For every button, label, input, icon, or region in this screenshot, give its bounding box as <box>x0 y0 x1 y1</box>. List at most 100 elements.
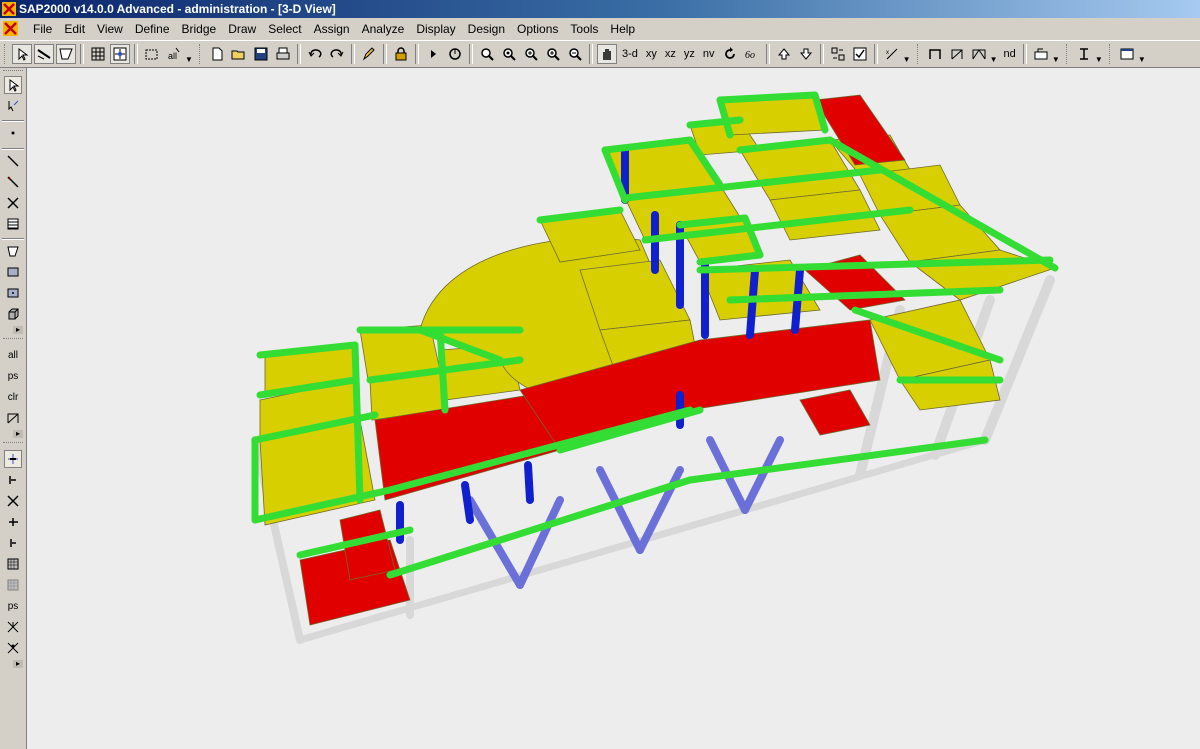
snap-to-perpendicular-icon[interactable] <box>4 513 22 531</box>
rubber-band-icon[interactable] <box>142 44 162 64</box>
rotate-3d-icon[interactable] <box>445 44 465 64</box>
view-canvas-3d[interactable] <box>27 68 1200 749</box>
menu-bridge[interactable]: Bridge <box>176 18 223 40</box>
sap2000-app-icon[interactable] <box>2 2 16 16</box>
menu-display[interactable]: Display <box>410 18 461 40</box>
toolbar-grip[interactable] <box>4 44 8 64</box>
select-all-icon[interactable]: all <box>164 44 184 64</box>
reshaper-icon[interactable] <box>4 97 22 115</box>
pointer-icon[interactable] <box>4 76 22 94</box>
draw-solid-icon[interactable] <box>4 305 22 323</box>
print-icon[interactable] <box>273 44 293 64</box>
draw-rect-area-icon[interactable] <box>4 263 22 281</box>
view-3d-button[interactable]: 3-d <box>619 44 641 64</box>
quick-draw-braces-icon[interactable] <box>4 194 22 212</box>
document-icon[interactable] <box>3 21 18 36</box>
chevron-down-icon[interactable]: ▼ <box>1095 44 1103 64</box>
shrink-elements-icon[interactable]: x <box>882 44 902 64</box>
section-icon[interactable] <box>1074 44 1094 64</box>
lock-icon[interactable] <box>391 44 411 64</box>
chevron-down-icon[interactable]: ▼ <box>903 44 911 64</box>
assign-joint-icon[interactable] <box>1031 44 1051 64</box>
rotate-view-icon[interactable] <box>720 44 740 64</box>
zoom-out-icon[interactable] <box>565 44 585 64</box>
draw-poly-area-icon[interactable] <box>4 242 22 260</box>
menu-options[interactable]: Options <box>511 18 564 40</box>
menu-analyze[interactable]: Analyze <box>356 18 411 40</box>
chevron-down-icon[interactable]: ▼ <box>185 44 193 64</box>
restore-view-icon[interactable] <box>499 44 519 64</box>
move-down-icon[interactable] <box>796 44 816 64</box>
draw-frame-special-icon[interactable] <box>925 44 945 64</box>
quick-draw-secondary-beams-icon[interactable] <box>4 215 22 233</box>
move-up-icon[interactable] <box>774 44 794 64</box>
view-yz-button[interactable]: yz <box>681 44 698 64</box>
perspective-icon[interactable]: 6o <box>742 44 762 64</box>
snap-grid-icon[interactable] <box>4 576 22 594</box>
draw-area-icon[interactable] <box>56 44 76 64</box>
window-options-icon[interactable] <box>1117 44 1137 64</box>
save-icon[interactable] <box>251 44 271 64</box>
select-all-button[interactable]: all <box>4 346 22 364</box>
view-xz-button[interactable]: xz <box>662 44 679 64</box>
snap-to-points-icon[interactable] <box>4 450 22 468</box>
toolbar-grip[interactable] <box>3 338 23 341</box>
clear-selection-button[interactable]: clr <box>4 388 22 406</box>
structural-model-3d-view[interactable] <box>27 68 1200 749</box>
redo-icon[interactable] <box>327 44 347 64</box>
pointer-select-icon[interactable] <box>12 44 32 64</box>
show-selection-icon[interactable] <box>4 409 22 427</box>
menu-tools[interactable]: Tools <box>564 18 604 40</box>
new-file-icon[interactable] <box>207 44 227 64</box>
menu-draw[interactable]: Draw <box>222 18 262 40</box>
draw-truss-icon[interactable] <box>969 44 989 64</box>
snap-cross-icon[interactable] <box>4 639 22 657</box>
open-folder-icon[interactable] <box>229 44 249 64</box>
zoom-in-step-icon[interactable] <box>543 44 563 64</box>
toolbar-grip[interactable] <box>199 44 203 64</box>
chevron-down-icon[interactable]: ▼ <box>1052 44 1060 64</box>
snap-intersection-icon[interactable] <box>4 618 22 636</box>
get-previous-selection-button[interactable]: ps <box>4 367 22 385</box>
snap-to-fine-grid-icon[interactable] <box>4 555 22 573</box>
snap-ps-button[interactable]: ps <box>4 597 22 615</box>
draw-frame-icon[interactable] <box>34 44 54 64</box>
pencil-icon[interactable] <box>359 44 379 64</box>
toolbar-grip[interactable] <box>3 442 23 445</box>
run-analysis-icon[interactable] <box>423 44 443 64</box>
set-display-options-icon[interactable] <box>828 44 848 64</box>
menu-define[interactable]: Define <box>129 18 176 40</box>
menu-assign[interactable]: Assign <box>308 18 356 40</box>
snap-icon[interactable] <box>110 44 130 64</box>
view-nv-button[interactable]: nv <box>700 44 718 64</box>
menu-design[interactable]: Design <box>462 18 511 40</box>
draw-joint-icon[interactable] <box>4 124 22 142</box>
toolbar-overflow-chevron-icon[interactable]: ▸ <box>13 326 23 334</box>
toolbar-overflow-chevron-icon[interactable]: ▸ <box>13 660 23 668</box>
zoom-in-icon[interactable] <box>521 44 541 64</box>
undo-icon[interactable] <box>305 44 325 64</box>
pan-icon[interactable] <box>597 44 617 64</box>
check-box-icon[interactable] <box>850 44 870 64</box>
snap-to-ends-icon[interactable] <box>4 471 22 489</box>
menu-edit[interactable]: Edit <box>58 18 91 40</box>
chevron-down-icon[interactable]: ▼ <box>990 44 998 64</box>
zoom-window-icon[interactable] <box>477 44 497 64</box>
toolbar-grip[interactable] <box>1065 44 1070 64</box>
chevron-down-icon[interactable]: ▼ <box>1138 44 1146 64</box>
toolbar-grip[interactable] <box>1108 44 1113 64</box>
menu-view[interactable]: View <box>91 18 129 40</box>
toolbar-overflow-chevron-icon[interactable]: ▸ <box>13 430 23 438</box>
quick-draw-frame-icon[interactable] <box>4 173 22 191</box>
snap-to-intersections-icon[interactable] <box>4 492 22 510</box>
grid-icon[interactable] <box>88 44 108 64</box>
draw-brace-icon[interactable] <box>947 44 967 64</box>
menu-help[interactable]: Help <box>604 18 641 40</box>
menu-file[interactable]: File <box>27 18 58 40</box>
snap-to-lines-icon[interactable] <box>4 534 22 552</box>
toolbar-grip[interactable] <box>3 70 23 73</box>
node-button[interactable]: nd <box>1001 44 1019 64</box>
view-xy-button[interactable]: xy <box>643 44 660 64</box>
draw-frame-cable-icon[interactable] <box>4 152 22 170</box>
menu-select[interactable]: Select <box>262 18 307 40</box>
